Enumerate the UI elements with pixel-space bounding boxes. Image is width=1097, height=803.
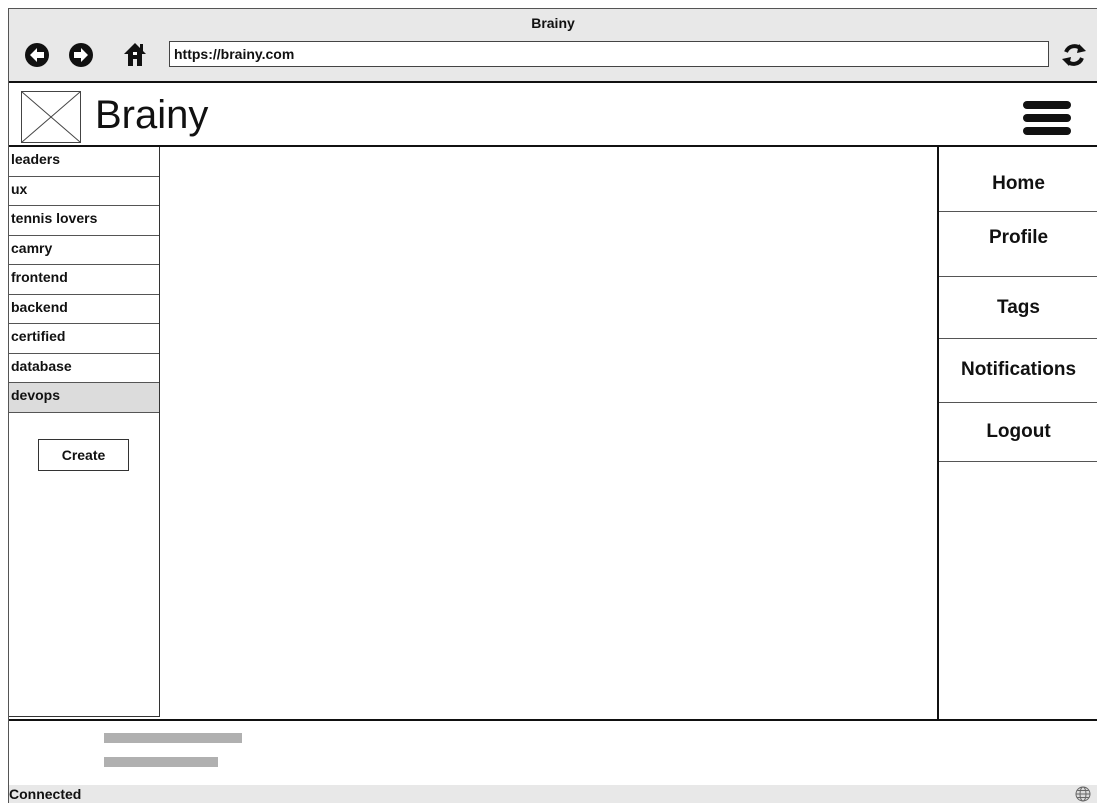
sidebar-item-database[interactable]: database: [9, 353, 159, 383]
image-placeholder-icon: [21, 91, 81, 143]
sidebar-item-camry[interactable]: camry: [9, 235, 159, 265]
footer-placeholder-line: [104, 733, 242, 743]
main-content: [160, 147, 937, 719]
app-brand-title: Brainy: [95, 93, 209, 137]
nav-logout[interactable]: Logout: [939, 402, 1097, 462]
right-nav-menu: Home Profile Tags Notifications Logout: [937, 147, 1097, 719]
sidebar-item-devops[interactable]: devops: [9, 383, 159, 413]
tags-sidebar: leaders ux tennis lovers camry frontend backe…: [9, 147, 160, 717]
hamburger-menu-icon[interactable]: [1023, 101, 1071, 137]
browser-toolbar: https://brainy.com: [9, 35, 1097, 83]
url-input[interactable]: https://brainy.com: [169, 41, 1049, 67]
footer: [9, 719, 1097, 787]
app-header: Brainy: [9, 83, 1097, 147]
globe-icon: [1075, 786, 1091, 802]
nav-tags[interactable]: Tags: [939, 276, 1097, 339]
forward-arrow-icon[interactable]: [69, 43, 93, 67]
sidebar-item-certified[interactable]: certified: [9, 324, 159, 354]
back-arrow-icon[interactable]: [25, 43, 49, 67]
sidebar-item-leaders[interactable]: leaders: [9, 147, 159, 177]
sidebar-item-ux[interactable]: ux: [9, 176, 159, 206]
reload-icon[interactable]: [1059, 41, 1089, 69]
nav-notifications[interactable]: Notifications: [939, 338, 1097, 403]
home-icon[interactable]: [123, 41, 147, 67]
status-bar: Connected: [9, 785, 1097, 803]
status-text: Connected: [9, 786, 82, 802]
footer-placeholder-line: [104, 757, 218, 767]
sidebar-item-tennis-lovers[interactable]: tennis lovers: [9, 206, 159, 236]
nav-profile[interactable]: Profile: [939, 211, 1097, 277]
nav-home[interactable]: Home: [939, 147, 1097, 212]
create-button[interactable]: Create: [38, 439, 129, 471]
window-title: Brainy: [9, 9, 1097, 35]
tag-list: leaders ux tennis lovers camry frontend backe…: [9, 147, 159, 413]
browser-window: Brainy https://brainy.com Brainy leaders…: [8, 8, 1097, 803]
sidebar-item-frontend[interactable]: frontend: [9, 265, 159, 295]
sidebar-item-backend[interactable]: backend: [9, 294, 159, 324]
